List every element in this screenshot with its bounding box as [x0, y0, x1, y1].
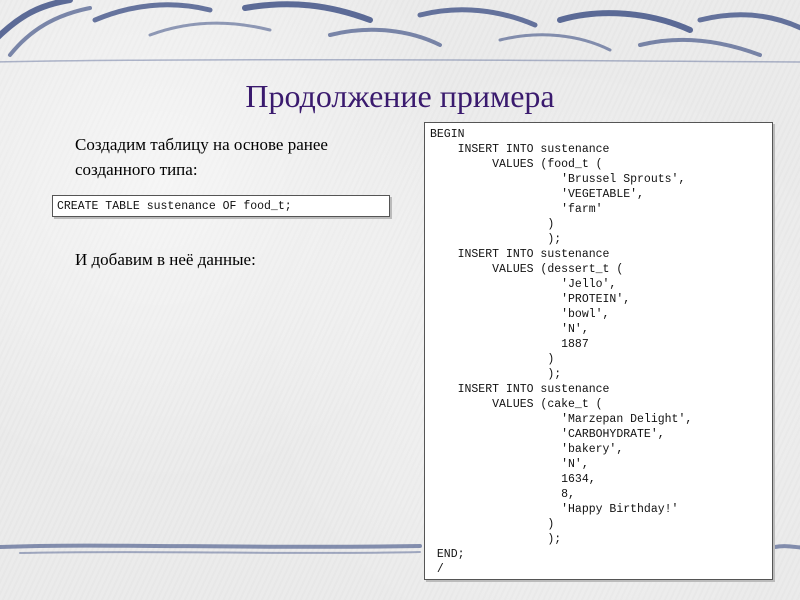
slide-title: Продолжение примера — [245, 78, 555, 114]
second-text: И добавим в неё данные: — [75, 250, 256, 269]
insert-code-text: BEGIN INSERT INTO sustenance VALUES (foo… — [430, 128, 693, 576]
intro-text: Создадим таблицу на основе ранее созданн… — [75, 135, 328, 179]
create-table-code-box: CREATE TABLE sustenance OF food_t; — [52, 195, 390, 217]
decorative-brush-strokes-top — [0, 0, 800, 63]
insert-code-box: BEGIN INSERT INTO sustenance VALUES (foo… — [424, 122, 773, 580]
